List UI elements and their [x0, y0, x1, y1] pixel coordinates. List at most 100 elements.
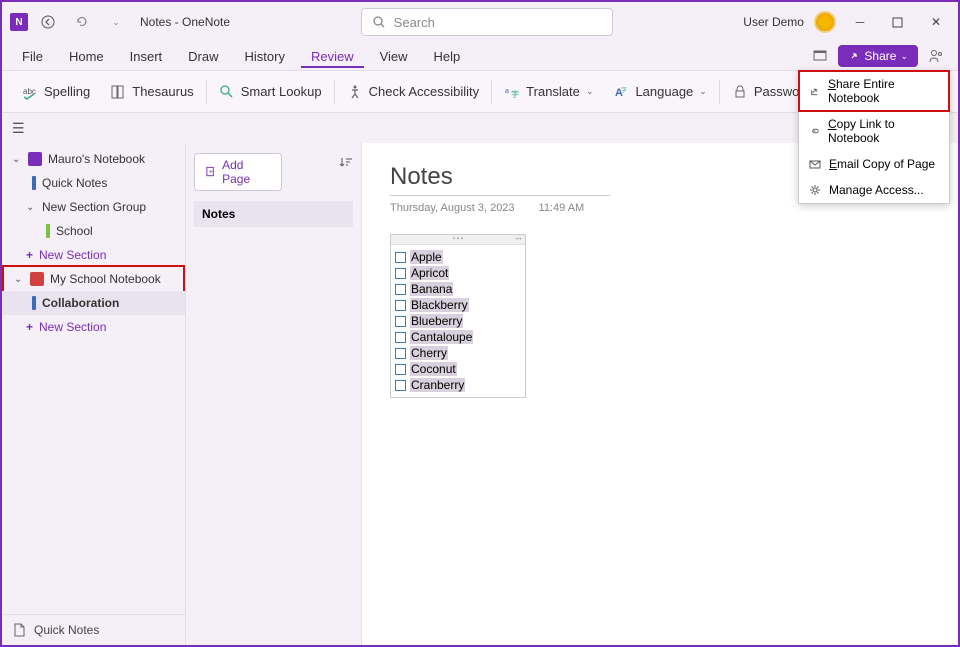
- menu-view[interactable]: View: [370, 45, 418, 68]
- menu-file[interactable]: File: [12, 45, 53, 68]
- section-group-new[interactable]: ⌄ New Section Group: [2, 195, 185, 219]
- new-section-button-2[interactable]: + New Section: [2, 315, 185, 339]
- undo-button[interactable]: [68, 8, 96, 36]
- checkbox-icon[interactable]: [395, 364, 406, 375]
- thesaurus-icon: [110, 84, 126, 100]
- share-entire-notebook-item[interactable]: Share Entire Notebook: [798, 70, 950, 112]
- checklist-item[interactable]: Cherry: [395, 345, 521, 361]
- sort-button[interactable]: [339, 153, 353, 169]
- maximize-button[interactable]: [884, 8, 912, 36]
- checklist-item-text: Blackberry: [410, 298, 469, 312]
- email-icon: [809, 158, 821, 170]
- section-school[interactable]: School: [2, 219, 185, 243]
- section-collaboration[interactable]: Collaboration: [2, 291, 185, 315]
- smart-lookup-button[interactable]: Smart Lookup: [209, 80, 332, 104]
- svg-text:字: 字: [621, 86, 627, 94]
- close-button[interactable]: ✕: [922, 8, 950, 36]
- section-quick-notes[interactable]: Quick Notes: [2, 171, 185, 195]
- checklist-item[interactable]: Apple: [395, 249, 521, 265]
- notebook-icon: [28, 152, 42, 166]
- checklist-item[interactable]: Apricot: [395, 265, 521, 281]
- add-page-button[interactable]: + Add Page: [194, 153, 282, 191]
- note-container-handle[interactable]: ↔: [391, 235, 525, 245]
- share-dropdown-menu: Share Entire Notebook Copy Link to Noteb…: [798, 70, 950, 204]
- chevron-down-icon: ⌄: [26, 202, 36, 213]
- smart-lookup-icon: [219, 84, 235, 100]
- plus-icon: +: [26, 248, 33, 262]
- check-accessibility-button[interactable]: Check Accessibility: [337, 80, 490, 104]
- checklist-item-text: Apricot: [410, 266, 449, 280]
- search-placeholder: Search: [394, 15, 435, 30]
- notebook-my-school[interactable]: ⌄ My School Notebook: [2, 265, 185, 293]
- back-button[interactable]: [34, 8, 62, 36]
- page-content[interactable]: Notes Thursday, August 3, 2023 11:49 AM …: [362, 143, 958, 645]
- copy-link-item[interactable]: Copy Link to Notebook: [799, 111, 949, 151]
- chevron-down-icon: ⌄: [900, 51, 908, 62]
- menu-insert[interactable]: Insert: [120, 45, 173, 68]
- checkbox-icon[interactable]: [395, 332, 406, 343]
- checklist-item-text: Cantaloupe: [410, 330, 473, 344]
- checklist-item[interactable]: Cantaloupe: [395, 329, 521, 345]
- share-button[interactable]: Share ⌄: [838, 45, 918, 67]
- checklist-item-text: Blueberry: [410, 314, 463, 328]
- present-icon[interactable]: [808, 44, 832, 68]
- hamburger-icon[interactable]: ☰: [12, 120, 25, 137]
- spelling-button[interactable]: abc Spelling: [12, 80, 100, 104]
- search-box[interactable]: Search: [361, 8, 613, 36]
- page-title[interactable]: Notes: [390, 163, 610, 196]
- lock-icon: [732, 84, 748, 100]
- checklist-item[interactable]: Cranberry: [395, 377, 521, 393]
- translate-button[interactable]: a字 Translate ⌄: [494, 80, 603, 104]
- chevron-down-icon: ⌄: [699, 86, 707, 97]
- menu-home[interactable]: Home: [59, 45, 114, 68]
- checklist-item-text: Cranberry: [410, 378, 465, 392]
- svg-text:字: 字: [511, 89, 519, 99]
- people-icon[interactable]: [924, 44, 948, 68]
- checklist-item[interactable]: Blueberry: [395, 313, 521, 329]
- page-icon: [12, 623, 26, 637]
- email-copy-item[interactable]: Email Copy of Page: [799, 151, 949, 177]
- share-icon: [809, 85, 820, 97]
- thesaurus-button[interactable]: Thesaurus: [100, 80, 203, 104]
- spelling-icon: abc: [22, 84, 38, 100]
- notebook-mauros[interactable]: ⌄ Mauro's Notebook: [2, 147, 185, 171]
- menu-draw[interactable]: Draw: [178, 45, 228, 68]
- checkbox-icon[interactable]: [395, 348, 406, 359]
- checkbox-icon[interactable]: [395, 252, 406, 263]
- section-color-icon: [46, 224, 50, 238]
- language-icon: A字: [613, 84, 629, 100]
- chevron-down-icon: ⌄: [586, 86, 594, 97]
- window-title: Notes - OneNote: [140, 15, 230, 29]
- svg-text:+: +: [209, 167, 213, 176]
- menu-review[interactable]: Review: [301, 45, 364, 68]
- translate-icon: a字: [504, 84, 520, 100]
- link-icon: [809, 125, 820, 137]
- search-icon: [372, 15, 386, 29]
- app-icon: N: [10, 13, 28, 31]
- quick-notes-footer[interactable]: Quick Notes: [2, 614, 185, 645]
- chevron-down-icon: ⌄: [14, 274, 24, 285]
- checkbox-icon[interactable]: [395, 300, 406, 311]
- checkbox-icon[interactable]: [395, 316, 406, 327]
- checklist-item[interactable]: Coconut: [395, 361, 521, 377]
- language-button[interactable]: A字 Language ⌄: [603, 80, 716, 104]
- page-notes[interactable]: Notes: [194, 201, 353, 227]
- share-icon: [848, 50, 860, 62]
- user-avatar[interactable]: [814, 11, 836, 33]
- checkbox-icon[interactable]: [395, 284, 406, 295]
- customize-qat[interactable]: ⌄: [102, 8, 130, 36]
- section-color-icon: [32, 176, 36, 190]
- minimize-button[interactable]: ─: [846, 8, 874, 36]
- new-section-button[interactable]: + New Section: [2, 243, 185, 267]
- checkbox-icon[interactable]: [395, 268, 406, 279]
- checklist-item[interactable]: Blackberry: [395, 297, 521, 313]
- menu-help[interactable]: Help: [424, 45, 471, 68]
- checkbox-icon[interactable]: [395, 380, 406, 391]
- note-container[interactable]: ↔ Apple ApricotBananaBlackberry Blueberry C…: [390, 234, 526, 398]
- user-name[interactable]: User Demo: [743, 15, 804, 29]
- checklist-item[interactable]: Banana: [395, 281, 521, 297]
- manage-access-item[interactable]: Manage Access...: [799, 177, 949, 203]
- checklist-item-text: Apple: [410, 250, 443, 264]
- menu-history[interactable]: History: [235, 45, 295, 68]
- checklist-item-text: Coconut: [410, 362, 457, 376]
